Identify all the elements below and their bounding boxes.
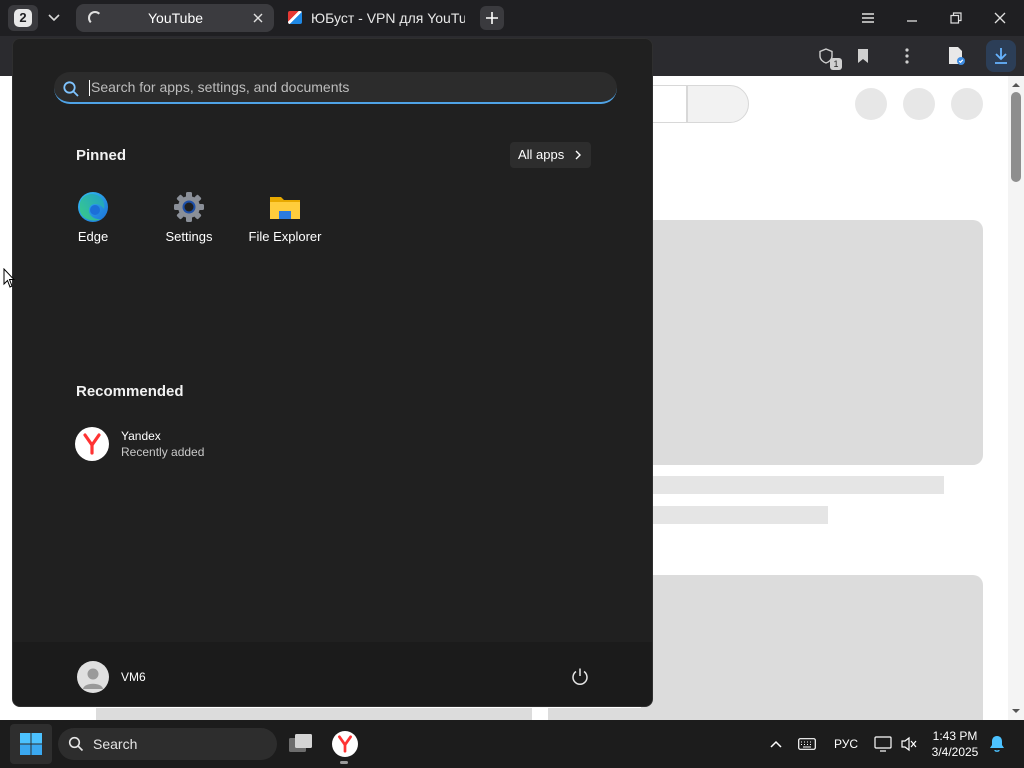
header-icon-placeholder [903,88,935,120]
search-placeholder: Search for apps, settings, and documents [91,79,350,95]
user-name[interactable]: VM6 [121,670,146,684]
minimize-icon [907,20,917,22]
taskbar-search-label: Search [93,736,138,752]
all-apps-label: All apps [518,147,565,162]
pinned-app-label: Edge [77,229,109,244]
chevron-down-icon[interactable] [42,6,66,30]
pinned-app-label: File Explorer [248,229,322,244]
windows-logo-icon [20,733,42,755]
recommended-item-subtitle: Recently added [121,445,205,459]
system-clock[interactable]: 1:43 PM 3/4/2025 [925,728,985,760]
tab-youtube[interactable]: YouTube [76,4,274,32]
video-thumbnail-placeholder [641,220,983,465]
recommended-item-name: Yandex [121,429,161,443]
volume-muted-icon[interactable] [899,734,919,754]
search-icon [63,81,79,97]
text-caret [89,80,90,96]
power-button[interactable] [569,666,591,688]
tab-title: ЮБуст - VPN для YouTube [311,10,465,26]
pinned-app-file-explorer[interactable]: File Explorer [240,187,330,249]
new-tab-button[interactable] [480,6,504,30]
show-hidden-icons-chevron-up-icon[interactable] [766,734,786,754]
chevron-right-icon [575,150,581,160]
yandex-icon [75,427,109,461]
network-icon[interactable] [873,734,893,754]
plus-icon [486,12,498,24]
taskbar: Search РУС 1:43 PM 3/4/2025 [0,720,1024,768]
scroll-up-icon [1012,83,1020,87]
task-view-button[interactable] [283,726,319,762]
video-thumbnail-placeholder [641,575,983,720]
video-title-placeholder [641,476,944,494]
start-button[interactable] [10,724,52,764]
all-apps-button[interactable]: All apps [510,142,591,168]
download-icon [995,48,1007,64]
tab-count: 2 [14,9,32,27]
tab-counter-button[interactable]: 2 [8,5,38,31]
video-thumbnail-placeholder [548,708,641,720]
keyboard-icon[interactable] [797,734,817,754]
reader-document-icon[interactable] [944,44,968,68]
browser-tab-strip: 2 YouTube ЮБуст - VPN для YouTube [0,0,1024,36]
ubust-favicon-icon [288,11,302,24]
clock-date: 3/4/2025 [931,745,979,759]
extension-badge: 1 [830,58,842,70]
recommended-heading: Recommended [76,383,184,400]
video-thumbnail-placeholder [96,708,532,720]
clock-time: 1:43 PM [932,729,978,743]
scroll-down-icon [1012,709,1020,713]
bookmark-icon[interactable] [851,44,875,68]
close-icon[interactable] [250,10,266,26]
hamburger-icon [862,13,874,23]
header-icon-placeholder [855,88,887,120]
extension-shield-icon[interactable]: 1 [814,44,842,70]
taskbar-search[interactable]: Search [58,728,277,760]
taskbar-yandex-browser[interactable] [327,726,363,762]
tab-ubust-vpn[interactable]: ЮБуст - VPN для YouTube [280,4,476,32]
user-icon [83,668,103,689]
running-indicator [340,761,348,764]
restore-icon [950,12,962,24]
search-icon [68,736,84,752]
pinned-heading: Pinned [76,147,127,164]
pinned-app-edge[interactable]: Edge [48,187,138,249]
task-view-icon [289,734,312,752]
close-icon [994,12,1006,24]
restore-button[interactable] [943,5,969,31]
user-avatar[interactable] [77,661,109,693]
more-vertical-icon[interactable] [895,44,919,68]
video-meta-placeholder [641,506,828,524]
pinned-app-settings[interactable]: Settings [144,187,234,249]
start-search-input[interactable]: Search for apps, settings, and documents [54,72,617,104]
close-window-button[interactable] [987,5,1013,31]
edge-icon [78,192,108,222]
loading-spinner-icon [88,11,102,25]
start-menu-footer: VM6 [13,642,652,706]
tab-title: YouTube [148,10,204,26]
mouse-pointer-icon [3,268,15,288]
start-menu: Search for apps, settings, and documents… [12,38,653,707]
scrollbar-thumb[interactable] [1011,92,1021,182]
search-button-placeholder [687,85,749,123]
pinned-app-label: Settings [165,229,213,244]
power-icon [572,668,588,685]
downloads-button[interactable] [986,40,1016,72]
input-language-indicator[interactable]: РУС [834,737,858,751]
yandex-icon [332,731,358,757]
browser-menu-button[interactable] [855,5,881,31]
settings-gear-icon [174,192,204,222]
recommended-item-yandex[interactable]: Yandex Recently added [75,423,315,465]
minimize-button[interactable] [899,5,925,31]
header-icon-placeholder [951,88,983,120]
notification-bell-icon[interactable] [987,734,1007,754]
folder-icon [270,197,300,219]
